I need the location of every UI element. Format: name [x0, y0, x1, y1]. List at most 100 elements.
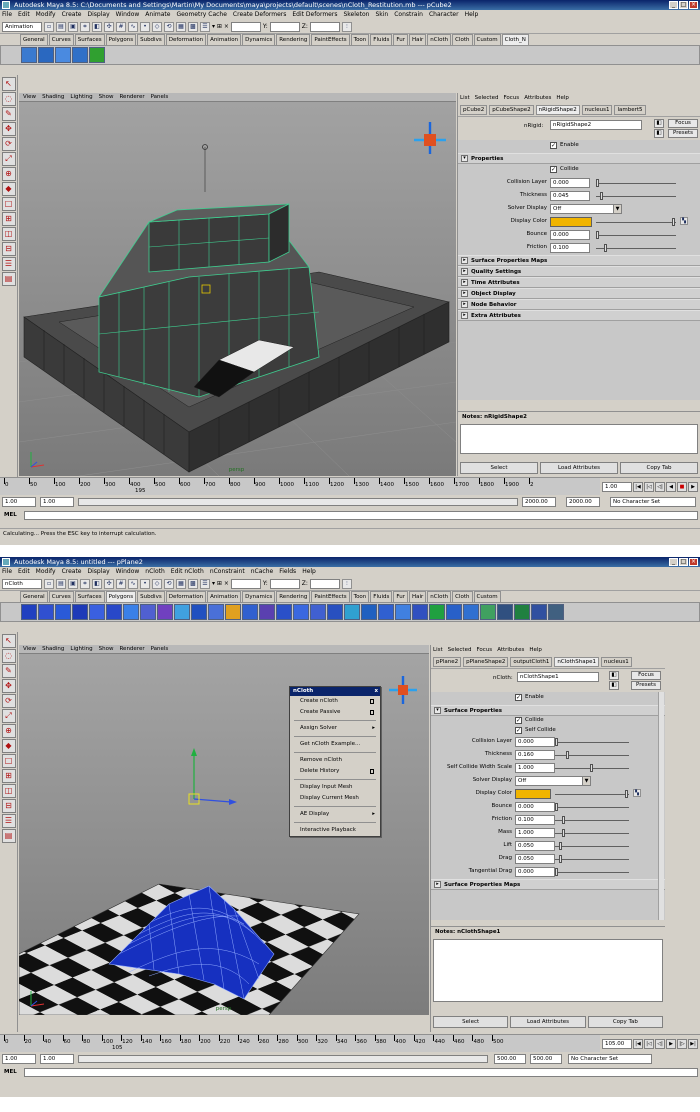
- properties-section[interactable]: ▾ Properties: [458, 153, 700, 164]
- popup-title-bar[interactable]: nCloth x: [290, 687, 380, 696]
- shelf-tab-polygons[interactable]: Polygons: [105, 34, 137, 45]
- attr-value-field[interactable]: 1.000: [515, 763, 555, 773]
- history-icon[interactable]: ⟲: [164, 578, 174, 589]
- manipulator-icon[interactable]: ⊕: [1, 724, 16, 738]
- snap-grid-icon[interactable]: #: [116, 578, 126, 589]
- shelf-tool-icon[interactable]: [38, 604, 54, 620]
- range-end2-field[interactable]: 2000.00: [566, 497, 600, 507]
- layout-side-icon[interactable]: ◫: [1, 784, 16, 798]
- ae-tab-nclothshape1[interactable]: nClothShape1: [554, 656, 600, 667]
- shelf-tool-icon[interactable]: [174, 604, 190, 620]
- y-field[interactable]: [269, 21, 300, 32]
- color-picker-icon[interactable]: ▚: [633, 789, 641, 797]
- shelf-tab-fur[interactable]: Fur: [393, 591, 408, 602]
- z-field[interactable]: [309, 21, 340, 32]
- shelf-tool-icon[interactable]: [310, 604, 326, 620]
- channel-box-toggle-icon[interactable]: ⫶: [341, 578, 352, 589]
- current-frame-field[interactable]: 1.00: [602, 482, 632, 492]
- display-color-swatch[interactable]: [550, 217, 592, 227]
- maximize-button[interactable]: □: [679, 558, 688, 566]
- solver-display-dropdown[interactable]: Off ▼: [550, 204, 622, 214]
- select-button[interactable]: Select: [433, 1016, 509, 1028]
- shelf-tool-icon[interactable]: [276, 604, 292, 620]
- snap-plane-icon[interactable]: ◇: [152, 578, 162, 589]
- copy-tab-button[interactable]: Copy Tab: [587, 1016, 663, 1028]
- attr-slider-knob[interactable]: [558, 842, 562, 850]
- ae-tab-pcubeshape2[interactable]: pCubeShape2: [489, 104, 534, 115]
- shelf-tool-icon[interactable]: [327, 604, 343, 620]
- ae-scrollbar[interactable]: [658, 692, 664, 920]
- attr-slider[interactable]: [596, 235, 676, 236]
- menu-skeleton[interactable]: Skeleton: [343, 10, 369, 20]
- select-button[interactable]: Select: [460, 462, 538, 474]
- notes-textarea[interactable]: [433, 939, 663, 1002]
- title-bar[interactable]: Autodesk Maya 8.5: untitled --- pPlane2 …: [0, 557, 700, 567]
- collide-checkbox[interactable]: ✓: [550, 166, 557, 173]
- viewport-3d-scene[interactable]: [19, 102, 456, 476]
- attr-slider-knob[interactable]: [558, 855, 562, 863]
- ae-menu-attributes[interactable]: Attributes: [524, 93, 551, 103]
- ae-menu-list[interactable]: List: [460, 93, 470, 103]
- move-tool-icon[interactable]: ✥: [1, 679, 16, 693]
- load-attributes-button[interactable]: Load Attributes: [510, 1016, 586, 1028]
- attr-value-field[interactable]: 0.045: [550, 191, 590, 201]
- shelf-tool-icon[interactable]: [480, 604, 496, 620]
- shelf-tab-custom[interactable]: Custom: [473, 591, 501, 602]
- display-color-slider-knob[interactable]: [625, 790, 628, 798]
- shelf-tool-icon[interactable]: [123, 604, 139, 620]
- attr-slider[interactable]: [555, 807, 629, 808]
- mel-input[interactable]: [24, 1068, 698, 1077]
- display-color-slider-knob[interactable]: [672, 218, 675, 226]
- range-start-field[interactable]: 1.00: [2, 1054, 36, 1064]
- shelf-cube-icon[interactable]: [38, 47, 54, 63]
- ae-menu-focus[interactable]: Focus: [503, 93, 519, 103]
- save-scene-icon[interactable]: ▣: [68, 21, 78, 32]
- attr-slider-knob[interactable]: [555, 868, 558, 876]
- viewport-menu-show[interactable]: Show: [99, 93, 114, 101]
- play-forward-icon[interactable]: ▶: [666, 1039, 676, 1049]
- shelf-tool-icon[interactable]: [225, 604, 241, 620]
- shelf-tab-deformation[interactable]: Deformation: [165, 34, 207, 45]
- menu-ncloth[interactable]: nCloth: [145, 567, 165, 577]
- shelf-tool-icon[interactable]: [293, 604, 309, 620]
- section-surface-properties-maps[interactable]: ▸ Surface Properties Maps: [431, 879, 665, 890]
- ae-tab-pplane2[interactable]: pPlane2: [433, 656, 462, 667]
- section-surface-properties-maps[interactable]: ▸ Surface Properties Maps: [458, 255, 700, 266]
- z-field[interactable]: [309, 578, 340, 589]
- shelf-tab-polygons[interactable]: Polygons: [105, 591, 137, 602]
- shelf-tab-toon[interactable]: Toon: [350, 34, 370, 45]
- manipulator-icon[interactable]: ⊕: [1, 167, 16, 181]
- attr-slider-knob[interactable]: [603, 244, 607, 252]
- layout-hypershade-icon[interactable]: ▤: [1, 272, 16, 286]
- menu-item-interactive-playback[interactable]: Interactive Playback: [290, 825, 380, 836]
- mel-input[interactable]: [24, 511, 698, 520]
- shelf-tab-deformation[interactable]: Deformation: [165, 591, 207, 602]
- ae-tab-lambert5[interactable]: lambert5: [614, 104, 646, 115]
- go-to-start-icon[interactable]: |◀: [633, 1039, 643, 1049]
- ae-menu-help[interactable]: Help: [529, 645, 542, 655]
- range-end2-field[interactable]: 500.00: [530, 1054, 562, 1064]
- menu-item-display-current-mesh[interactable]: Display Current Mesh: [290, 793, 380, 804]
- attr-slider[interactable]: [555, 820, 629, 821]
- shelf-tab-curves[interactable]: Curves: [48, 591, 74, 602]
- snap-point-icon[interactable]: •: [140, 21, 150, 32]
- focus-button[interactable]: Focus: [631, 671, 661, 680]
- play-forward-icon[interactable]: ▶: [688, 482, 698, 492]
- menu-item-create-passive[interactable]: Create Passive: [290, 707, 380, 718]
- attr-value-field[interactable]: 0.050: [515, 841, 555, 851]
- history-icon[interactable]: ⟲: [164, 21, 174, 32]
- menu-edit-deformers[interactable]: Edit Deformers: [292, 10, 337, 20]
- maximize-button[interactable]: □: [679, 1, 688, 9]
- attr-value-field[interactable]: 0.100: [515, 815, 555, 825]
- attr-slider-knob[interactable]: [555, 803, 558, 811]
- attr-value-field[interactable]: 0.000: [515, 867, 555, 877]
- minimize-button[interactable]: _: [669, 558, 678, 566]
- lasso-tool-icon[interactable]: ◌: [1, 92, 16, 106]
- range-end-field[interactable]: 500.00: [494, 1054, 526, 1064]
- notes-textarea[interactable]: [460, 424, 698, 454]
- shelf-tab-cloth[interactable]: Cloth: [452, 34, 473, 45]
- select-tool-icon[interactable]: ↖: [1, 634, 16, 648]
- ae-menu-help[interactable]: Help: [556, 93, 569, 103]
- shelf-tab-curves[interactable]: Curves: [48, 34, 74, 45]
- menu-item-get-ncloth-example[interactable]: Get nCloth Example...: [290, 739, 380, 750]
